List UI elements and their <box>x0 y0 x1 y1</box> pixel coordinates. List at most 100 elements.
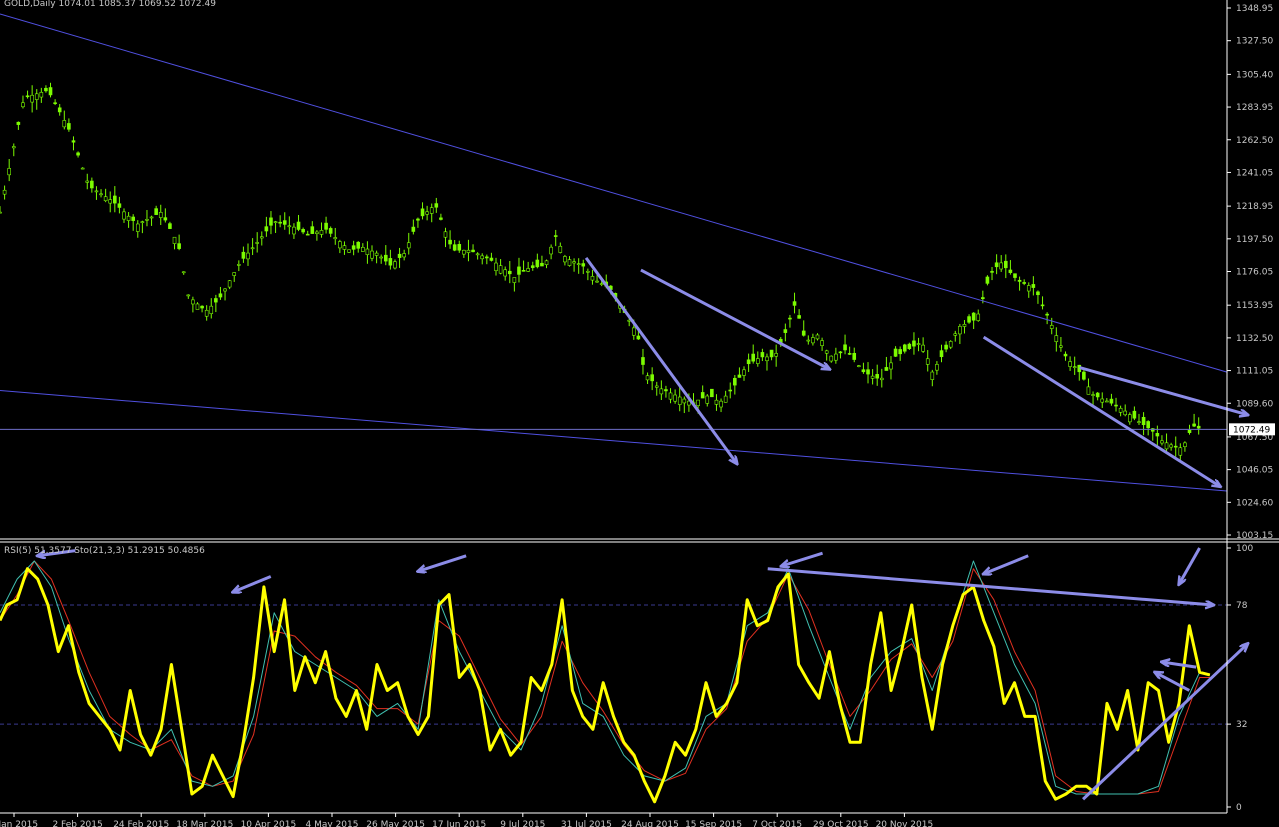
candle-body <box>218 293 223 298</box>
candle-body <box>526 268 530 272</box>
candle-body <box>668 392 673 400</box>
candle-body <box>76 152 80 156</box>
candle-body <box>517 266 521 275</box>
candle-body <box>852 352 857 360</box>
candle-body <box>241 251 246 259</box>
candle-body <box>296 221 301 230</box>
candle-body <box>94 190 99 193</box>
candle-body <box>439 217 443 220</box>
candle-body <box>108 199 113 204</box>
candle-body <box>811 337 815 344</box>
price-tick-label: 1327.50 <box>1236 37 1273 47</box>
candle-body <box>342 245 347 250</box>
candle-body <box>866 369 870 375</box>
candle-body <box>411 226 416 232</box>
time-tick-label: 9 Jul 2015 <box>500 820 545 827</box>
candle-body <box>1187 429 1192 433</box>
candle-body <box>636 335 641 340</box>
candle-body <box>177 243 181 249</box>
candle-body <box>572 261 576 264</box>
candle-body <box>769 349 774 358</box>
candle-body <box>1127 414 1132 423</box>
candle-body <box>1059 345 1063 348</box>
price-tick-label: 1111.05 <box>1236 367 1273 377</box>
candle-body <box>838 351 843 354</box>
candle-body <box>1192 423 1196 427</box>
candle-body <box>328 228 333 234</box>
candle-body <box>733 377 737 386</box>
time-tick-label: 2 Feb 2015 <box>52 820 102 827</box>
candle-body <box>645 375 650 381</box>
candle-body <box>1114 404 1118 407</box>
candle-body <box>664 389 668 392</box>
candle-body <box>181 271 186 274</box>
candle-body <box>62 120 67 128</box>
candle-body <box>953 333 958 336</box>
candle-body <box>1068 361 1072 367</box>
time-tick-label: 24 Aug 2015 <box>621 820 679 827</box>
candle-body <box>847 353 852 355</box>
candle-body <box>563 256 567 263</box>
candle-body <box>806 339 811 342</box>
indicator-tick-label: 100 <box>1236 544 1253 554</box>
symbol-header: GOLD,Daily 1074.01 1085.37 1069.52 1072.… <box>4 0 216 9</box>
indicator-tick-label: 0 <box>1236 803 1242 813</box>
candle-body <box>1141 416 1146 426</box>
candle-body <box>457 244 462 251</box>
candle-body <box>944 344 948 350</box>
candle-body <box>879 377 884 381</box>
candle-body <box>246 252 250 260</box>
candle-body <box>797 315 801 319</box>
candle-body <box>659 388 664 395</box>
candle-body <box>163 217 168 221</box>
candle-body <box>641 357 645 365</box>
candle-body <box>1049 325 1054 329</box>
candle-body <box>590 276 595 281</box>
candle-body <box>981 297 985 300</box>
candle-body <box>631 327 636 336</box>
price-tick-label: 1046.05 <box>1236 466 1273 476</box>
candle-body <box>893 348 898 357</box>
candle-body <box>113 195 117 204</box>
candle-body <box>374 252 379 256</box>
candle-body <box>250 247 255 250</box>
candle-body <box>751 353 755 362</box>
time-tick-label: 4 May 2015 <box>306 820 359 827</box>
candle-body <box>792 301 797 306</box>
candle-body <box>1040 304 1045 307</box>
candle-body <box>742 369 746 376</box>
chart-canvas[interactable]: 1348.95 1327.50 1305.40 1283.95 1262.50 1241.… <box>0 0 1279 827</box>
candle-body <box>80 167 85 170</box>
time-tick-label: 26 May 2015 <box>366 820 425 827</box>
candle-body <box>1146 421 1150 429</box>
candle-body <box>315 231 319 234</box>
candle-body <box>237 264 241 266</box>
candle-body <box>535 259 540 268</box>
candle-body <box>269 217 273 226</box>
candle-body <box>1017 279 1022 282</box>
indicator-header: RSI(5) 51.3577 Sto(21,3,3) 51.2915 50.48… <box>4 546 205 556</box>
candle-body <box>11 146 16 149</box>
candle-body <box>140 221 145 223</box>
candle-body <box>710 388 714 398</box>
candle-body <box>25 95 30 98</box>
candle-body <box>861 369 866 373</box>
candle-body <box>351 245 356 250</box>
candle-body <box>122 211 126 220</box>
candle-body <box>402 253 406 258</box>
price-tick-label: 1176.05 <box>1236 268 1273 278</box>
candle-body <box>696 399 700 406</box>
candle-body <box>650 374 654 382</box>
candle-body <box>994 262 999 268</box>
candle-body <box>521 269 526 272</box>
candle-body <box>172 236 177 244</box>
candle-body <box>200 305 204 309</box>
candle-body <box>1118 407 1123 413</box>
time-tick-label: 15 Sep 2015 <box>685 820 742 827</box>
candle-body <box>7 168 11 176</box>
candle-body <box>149 216 154 219</box>
candle-body <box>494 262 498 271</box>
candle-body <box>976 313 981 321</box>
candle-body <box>824 350 829 354</box>
candle-body <box>273 221 278 223</box>
